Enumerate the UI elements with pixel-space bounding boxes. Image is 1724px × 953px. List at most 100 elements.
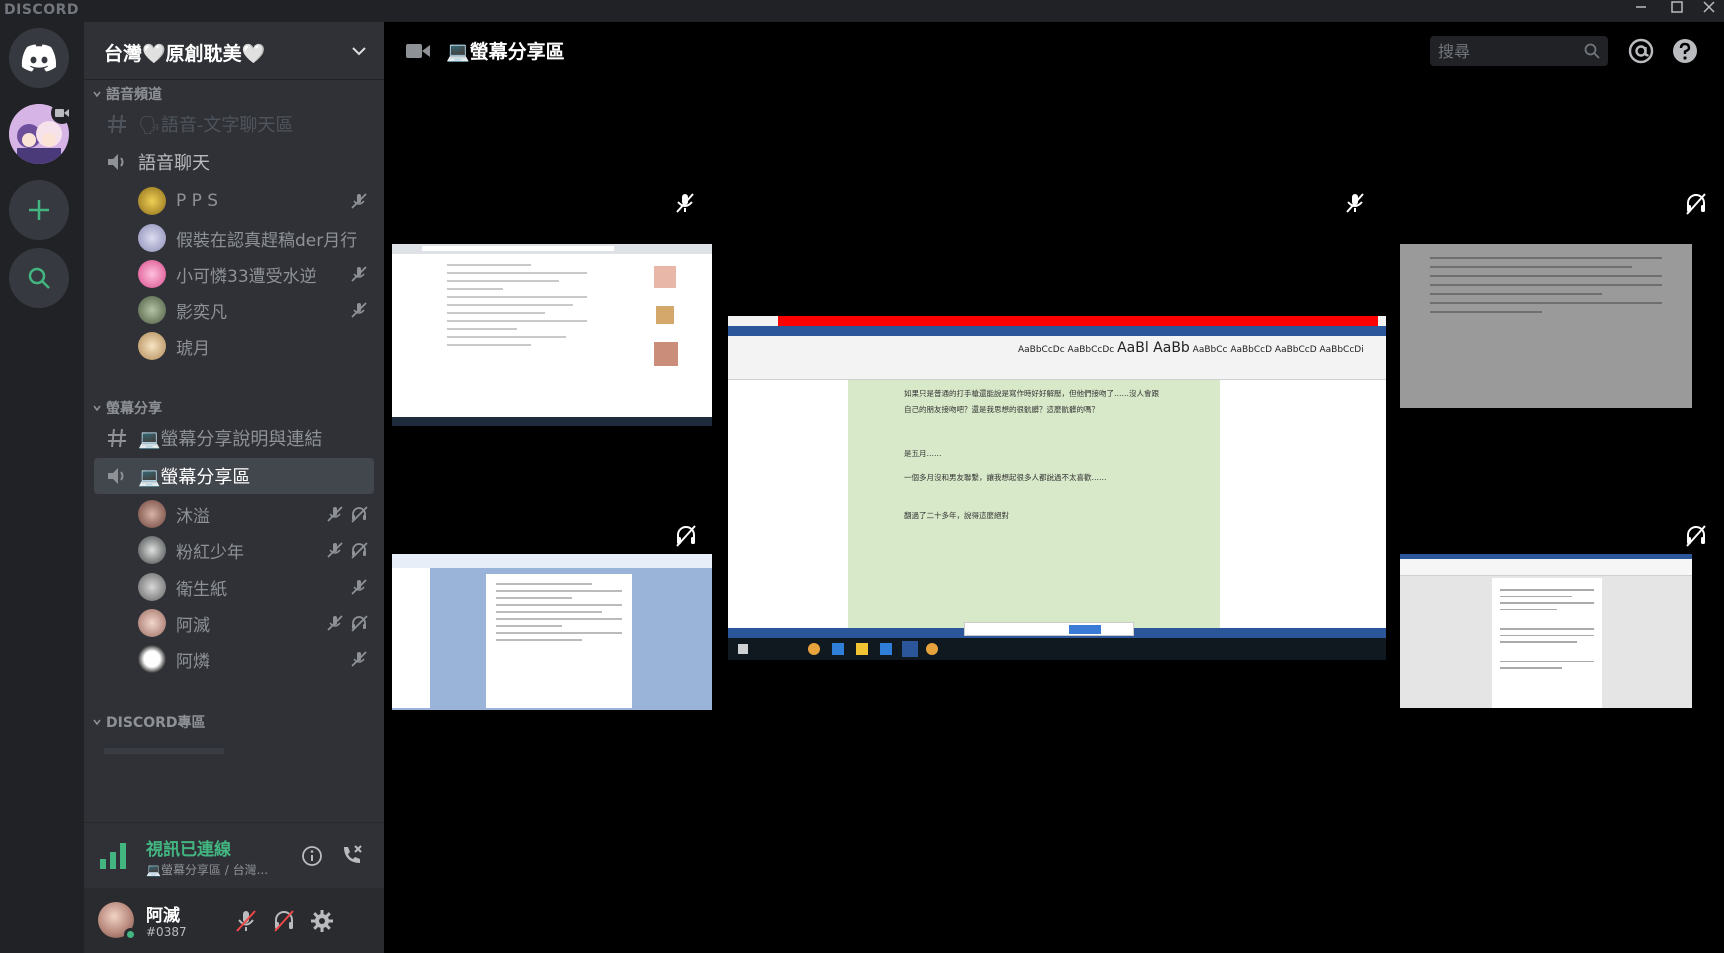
channel-voice-chat[interactable]: 語音聊天 [94, 144, 374, 180]
avatar [138, 296, 166, 324]
mic-muted-icon [327, 615, 343, 631]
mentions-icon[interactable] [1628, 38, 1654, 64]
voice-user[interactable]: 假裝在認真趕稿der月行 [138, 220, 372, 256]
signal-bars-icon [100, 843, 126, 869]
voice-user[interactable]: 影奕凡 [138, 292, 372, 328]
mic-muted-icon[interactable] [234, 909, 258, 933]
channel-label: 🗣語音-文字聊天區 [138, 115, 294, 136]
search-input[interactable] [1438, 39, 1578, 63]
channel-screen-area[interactable]: 💻螢幕分享區 [94, 458, 374, 494]
voice-user[interactable]: 粉紅少年 [138, 532, 372, 568]
voice-user[interactable]: 衛生紙 [138, 569, 372, 605]
user-panel: 阿滅 #0387 [84, 888, 384, 953]
avatar [138, 500, 166, 528]
connection-location[interactable]: 💻螢幕分享區 / 台灣... [146, 861, 268, 878]
voice-user[interactable]: 琥月 [138, 328, 372, 364]
headset-deafened-icon[interactable] [272, 909, 296, 933]
channel-voice-text[interactable]: 🗣語音-文字聊天區 [94, 106, 374, 142]
speaker-icon [104, 465, 130, 487]
voice-user[interactable]: 小可憐33遭受水逆 [138, 256, 372, 292]
voice-user-name: 小可憐33遭受水逆 [176, 266, 317, 287]
category-discord[interactable]: DISCORD專區 [92, 712, 206, 732]
headset-deafened-icon [351, 506, 368, 523]
channel-list: 語音頻道 🗣語音-文字聊天區 語音聊天 P P S 假裝在認真趕稿der月行 小… [84, 82, 384, 822]
category-voice[interactable]: 語音頻道 [92, 84, 162, 104]
video-tile[interactable] [1400, 244, 1692, 408]
explore-servers-button[interactable] [9, 248, 69, 308]
close-button[interactable] [1694, 0, 1724, 22]
video-tile[interactable] [1400, 554, 1692, 708]
voice-user[interactable]: 阿滅 [138, 605, 372, 641]
chevron-down-icon [93, 91, 101, 98]
word-ribbon [1400, 554, 1692, 576]
voice-user-name: 影奕凡 [176, 302, 227, 323]
channel-screen-info[interactable]: 💻螢幕分享說明與連結 [94, 420, 374, 456]
channel-label: 💻螢幕分享說明與連結 [138, 429, 323, 450]
info-icon[interactable] [301, 845, 323, 867]
online-status-dot [124, 928, 137, 941]
document-page [1492, 578, 1602, 708]
mic-muted-icon [676, 193, 694, 213]
maximize-button[interactable] [1662, 0, 1692, 22]
server-header[interactable]: 台灣🤍原創耽美🤍 [84, 22, 384, 80]
category-screen-share[interactable]: 螢幕分享 [92, 398, 162, 418]
channel-header: 💻螢幕分享區 [384, 22, 1724, 80]
channel-sidebar: 台灣🤍原創耽美🤍 語音頻道 🗣語音-文字聊天區 語音聊天 P P S 假裝在認真… [84, 22, 384, 953]
chevron-down-icon [93, 405, 101, 412]
avatar [138, 224, 166, 252]
search-icon [28, 267, 50, 289]
avatar [138, 260, 166, 288]
mic-muted-icon [327, 506, 343, 522]
video-tile[interactable] [392, 554, 712, 710]
voice-user-name: P P S [176, 191, 219, 211]
add-server-button[interactable] [9, 180, 69, 240]
doc-line: 翻過了二十多年，說得這麼絕對 [904, 511, 1009, 520]
mic-muted-icon [351, 651, 367, 667]
home-button[interactable] [9, 28, 69, 88]
avatar [138, 332, 166, 360]
voice-user-name: 阿滅 [176, 615, 210, 636]
title-bar: DISCORD [0, 0, 1724, 22]
gear-icon[interactable] [310, 909, 334, 933]
avatar [138, 645, 166, 673]
channel-label: 語音聊天 [138, 153, 210, 174]
voice-user-name: 粉紅少年 [176, 542, 244, 563]
category-label: 語音頻道 [106, 87, 162, 103]
minimize-button[interactable] [1626, 0, 1656, 22]
close-icon [1703, 1, 1715, 13]
avatar [138, 536, 166, 564]
connection-status[interactable]: 視訊已連線 [146, 835, 231, 860]
voice-user[interactable]: 沐溢 [138, 496, 372, 532]
category-label: DISCORD專區 [106, 715, 206, 731]
voice-user[interactable]: 阿燐 [138, 641, 372, 677]
avatar [138, 609, 166, 637]
video-stage: 💻螢幕分享區 搜尋 AaBbCcDc AaBbCcDc AaBl AaBb Aa… [384, 22, 1724, 953]
mic-muted-icon [351, 579, 367, 595]
voice-user[interactable]: P P S [138, 183, 372, 219]
video-camera-icon [406, 44, 430, 58]
word-ribbon: AaBbCcDc AaBbCcDc AaBl AaBb AaBbCc AaBbC… [728, 316, 1386, 380]
headset-deafened-icon [676, 525, 696, 547]
username[interactable]: 阿滅 [146, 901, 180, 926]
server-rail [0, 22, 84, 953]
mic-muted-icon [351, 193, 367, 209]
video-tile[interactable] [392, 244, 712, 426]
search-box[interactable] [1430, 36, 1608, 66]
word-menu [392, 554, 712, 568]
headset-deafened-icon [351, 542, 368, 559]
voice-user-name: 阿燐 [176, 651, 210, 672]
server-icon-active[interactable] [9, 102, 73, 164]
headset-deafened-icon [1686, 193, 1706, 215]
mic-muted-icon [351, 302, 367, 318]
channel-title: 💻螢幕分享區 [446, 41, 565, 63]
help-icon[interactable] [1672, 38, 1698, 64]
disconnect-icon[interactable] [340, 843, 364, 867]
doc-line: 一個多月沒和男友聯繫，讓我想起很多人都說過不太喜歡…… [904, 473, 1107, 482]
video-tile-focused[interactable]: AaBbCcDc AaBbCcDc AaBl AaBb AaBbCc AaBbC… [728, 316, 1386, 660]
channel-label: 💻螢幕分享區 [138, 467, 251, 488]
headset-deafened-icon [1686, 525, 1706, 547]
doc-line: 是五月…… [904, 449, 942, 458]
notification-popup [964, 622, 1134, 636]
mic-muted-icon [327, 542, 343, 558]
browser-tabbar [392, 244, 712, 254]
